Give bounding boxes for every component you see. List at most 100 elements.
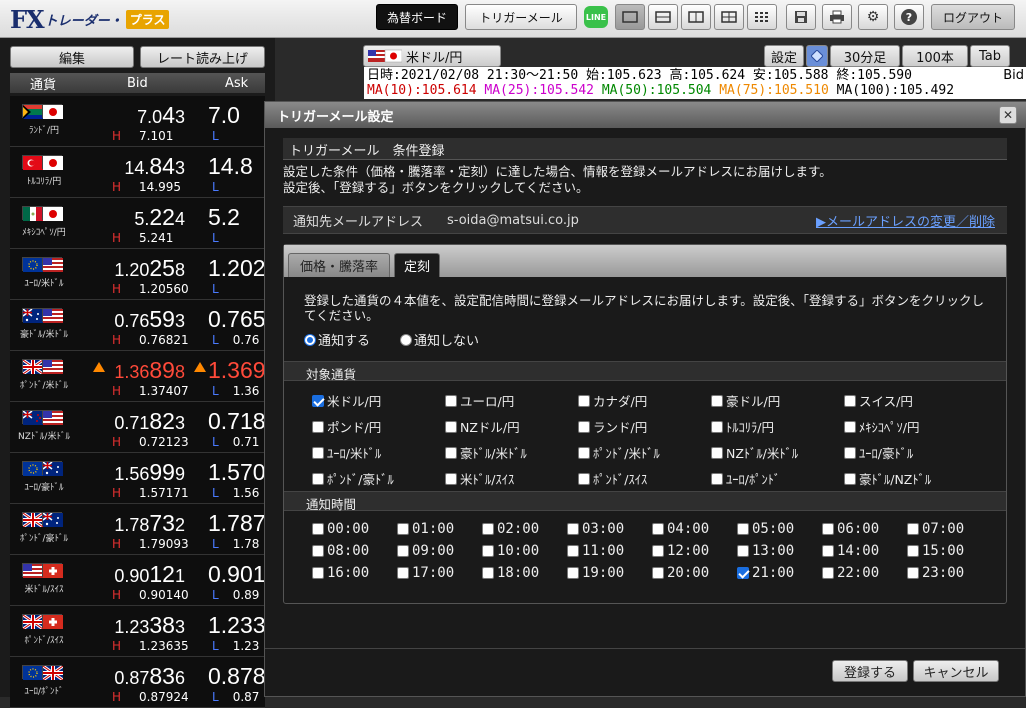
time-checkbox[interactable]: 00:00 [312,521,397,537]
time-checkbox[interactable]: 05:00 [737,521,822,537]
edit-button[interactable]: 編集 [10,46,134,68]
unchecked-box-icon[interactable] [482,545,494,557]
rate-row[interactable]: ﾒｷｼｺﾍﾟｿ/円 5.224 5.2 H 5.241 L [10,198,265,249]
currency-checkbox[interactable]: スイス/円 [844,391,977,410]
time-checkbox[interactable]: 09:00 [397,543,482,559]
rate-row[interactable]: ﾎﾟﾝﾄﾞ/豪ﾄﾞﾙ 1.78732 1.787 H 1.79093 L 1.78 [10,504,266,555]
rate-row[interactable]: ﾕｰﾛ/米ﾄﾞﾙ 1.20258 1.202 H 1.20560 L [10,249,266,300]
layout-rows-icon[interactable] [648,4,678,30]
unchecked-box-icon[interactable] [822,545,834,557]
unchecked-box-icon[interactable] [445,472,457,485]
currency-checkbox[interactable]: 米ﾄﾞﾙ/ｽｲｽ [445,469,578,488]
unchecked-box-icon[interactable] [397,567,409,579]
currency-checkbox[interactable]: ﾕｰﾛ/豪ﾄﾞﾙ [844,443,977,462]
unchecked-box-icon[interactable] [711,420,723,433]
rate-row[interactable]: 米ﾄﾞﾙ/ｽｲｽ 0.90121 0.901 H 0.90140 L 0.89 [10,555,266,606]
ask-price[interactable]: 7.0 [208,102,240,129]
unchecked-box-icon[interactable] [711,472,723,485]
unchecked-box-icon[interactable] [312,420,324,433]
unchecked-box-icon[interactable] [567,545,579,557]
time-checkbox[interactable]: 10:00 [482,543,567,559]
time-checkbox[interactable]: 06:00 [822,521,907,537]
currency-checkbox[interactable]: ﾄﾙｺﾘﾗ/円 [711,417,844,436]
unchecked-box-icon[interactable] [312,446,324,459]
ask-price[interactable]: 5.2 [208,204,240,231]
unchecked-box-icon[interactable] [578,446,590,459]
bid-price[interactable]: 14.843 [90,153,185,180]
unchecked-box-icon[interactable] [844,420,856,433]
time-checkbox[interactable]: 08:00 [312,543,397,559]
rate-row[interactable]: ﾗﾝﾄﾞ/円 7.043 7.0 H 7.101 L [10,96,265,147]
currency-checkbox[interactable]: 米ドル/円 [312,391,445,410]
unchecked-box-icon[interactable] [907,545,919,557]
rate-row[interactable]: ﾎﾟﾝﾄﾞ/米ﾄﾞﾙ 1.36898 1.369 H 1.37407 L 1.36 [10,351,266,402]
ask-price[interactable]: 1.233 [208,612,266,639]
layout-grid-icon[interactable] [747,4,777,30]
layout-single-icon[interactable] [615,4,645,30]
unchecked-box-icon[interactable] [445,394,457,407]
time-checkbox[interactable]: 03:00 [567,521,652,537]
unchecked-box-icon[interactable] [844,446,856,459]
bid-price[interactable]: 7.043 [90,102,185,129]
bid-price[interactable]: 0.76593 [90,306,185,333]
notify-off-radio[interactable]: 通知しない [400,330,479,349]
rate-row[interactable]: 豪ﾄﾞﾙ/米ﾄﾞﾙ 0.76593 0.765 H 0.76821 L 0.76 [10,300,266,351]
save-icon[interactable] [786,4,816,30]
time-checkbox[interactable]: 17:00 [397,565,482,581]
bid-price[interactable]: 1.78732 [90,510,185,537]
ask-price[interactable]: 1.570 [208,459,266,486]
currency-checkbox[interactable]: ﾒｷｼｺﾍﾟｿ/円 [844,417,977,436]
line-icon[interactable]: LINE [584,6,608,28]
time-checkbox[interactable]: 02:00 [482,521,567,537]
unchecked-box-icon[interactable] [844,472,856,485]
unchecked-box-icon[interactable] [578,420,590,433]
rate-row[interactable]: NZﾄﾞﾙ/米ﾄﾞﾙ 0.71823 0.718 H 0.72123 L 0.71 [10,402,266,453]
bid-price[interactable]: 0.90121 [90,561,185,588]
currency-checkbox[interactable]: ﾎﾟﾝﾄﾞ/ｽｲｽ [578,469,711,488]
rate-board-button[interactable]: 為替ボード [376,4,458,30]
bid-price[interactable]: 1.23383 [90,612,185,639]
unchecked-box-icon[interactable] [312,523,324,535]
time-checkbox[interactable]: 20:00 [652,565,737,581]
unchecked-box-icon[interactable] [397,545,409,557]
close-icon[interactable]: ✕ [999,106,1017,124]
bid-price[interactable]: 1.36898 [90,357,185,384]
unchecked-box-icon[interactable] [652,523,664,535]
currency-checkbox[interactable]: ポンド/円 [312,417,445,436]
bid-price[interactable]: 0.71823 [90,408,185,435]
bid-price[interactable]: 0.87836 [90,663,185,690]
time-checkbox[interactable]: 14:00 [822,543,907,559]
bid-price[interactable]: 5.224 [90,204,185,231]
tab-scheduled[interactable]: 定刻 [394,253,440,277]
time-checkbox[interactable]: 15:00 [907,543,992,559]
time-checkbox[interactable]: 12:00 [652,543,737,559]
currency-checkbox[interactable]: 豪ﾄﾞﾙ/米ﾄﾞﾙ [445,443,578,462]
unchecked-box-icon[interactable] [482,567,494,579]
unchecked-box-icon[interactable] [822,523,834,535]
time-checkbox[interactable]: 11:00 [567,543,652,559]
unchecked-box-icon[interactable] [397,523,409,535]
ask-price[interactable]: 0.765 [208,306,266,333]
currency-checkbox[interactable]: ﾎﾟﾝﾄﾞ/米ﾄﾞﾙ [578,443,711,462]
trigger-mail-button[interactable]: トリガーメール [465,4,577,30]
unchecked-box-icon[interactable] [711,394,723,407]
help-icon[interactable]: ? [894,4,924,30]
logout-button[interactable]: ログアウト [931,4,1015,30]
currency-checkbox[interactable]: NZﾄﾞﾙ/米ﾄﾞﾙ [711,443,844,462]
time-checkbox[interactable]: 18:00 [482,565,567,581]
chart-settings-button[interactable]: 設定 [764,45,804,67]
unchecked-box-icon[interactable] [312,567,324,579]
unchecked-box-icon[interactable] [578,472,590,485]
currency-checkbox[interactable]: カナダ/円 [578,391,711,410]
unchecked-box-icon[interactable] [737,545,749,557]
chart-pair-tab[interactable]: 米ドル/円 [363,45,501,67]
rate-row[interactable]: ﾎﾟﾝﾄﾞ/ｽｲｽ 1.23383 1.233 H 1.23635 L 1.23 [10,606,266,657]
unchecked-box-icon[interactable] [567,523,579,535]
currency-checkbox[interactable]: ﾕｰﾛ/米ﾄﾞﾙ [312,443,445,462]
bid-price[interactable]: 1.56999 [90,459,185,486]
change-email-link[interactable]: ▶メールアドレスの変更／削除 [816,211,995,230]
unchecked-box-icon[interactable] [907,567,919,579]
currency-checkbox[interactable]: ランド/円 [578,417,711,436]
submit-button[interactable]: 登録する [832,660,908,682]
ask-price[interactable]: 14.8 [208,153,253,180]
